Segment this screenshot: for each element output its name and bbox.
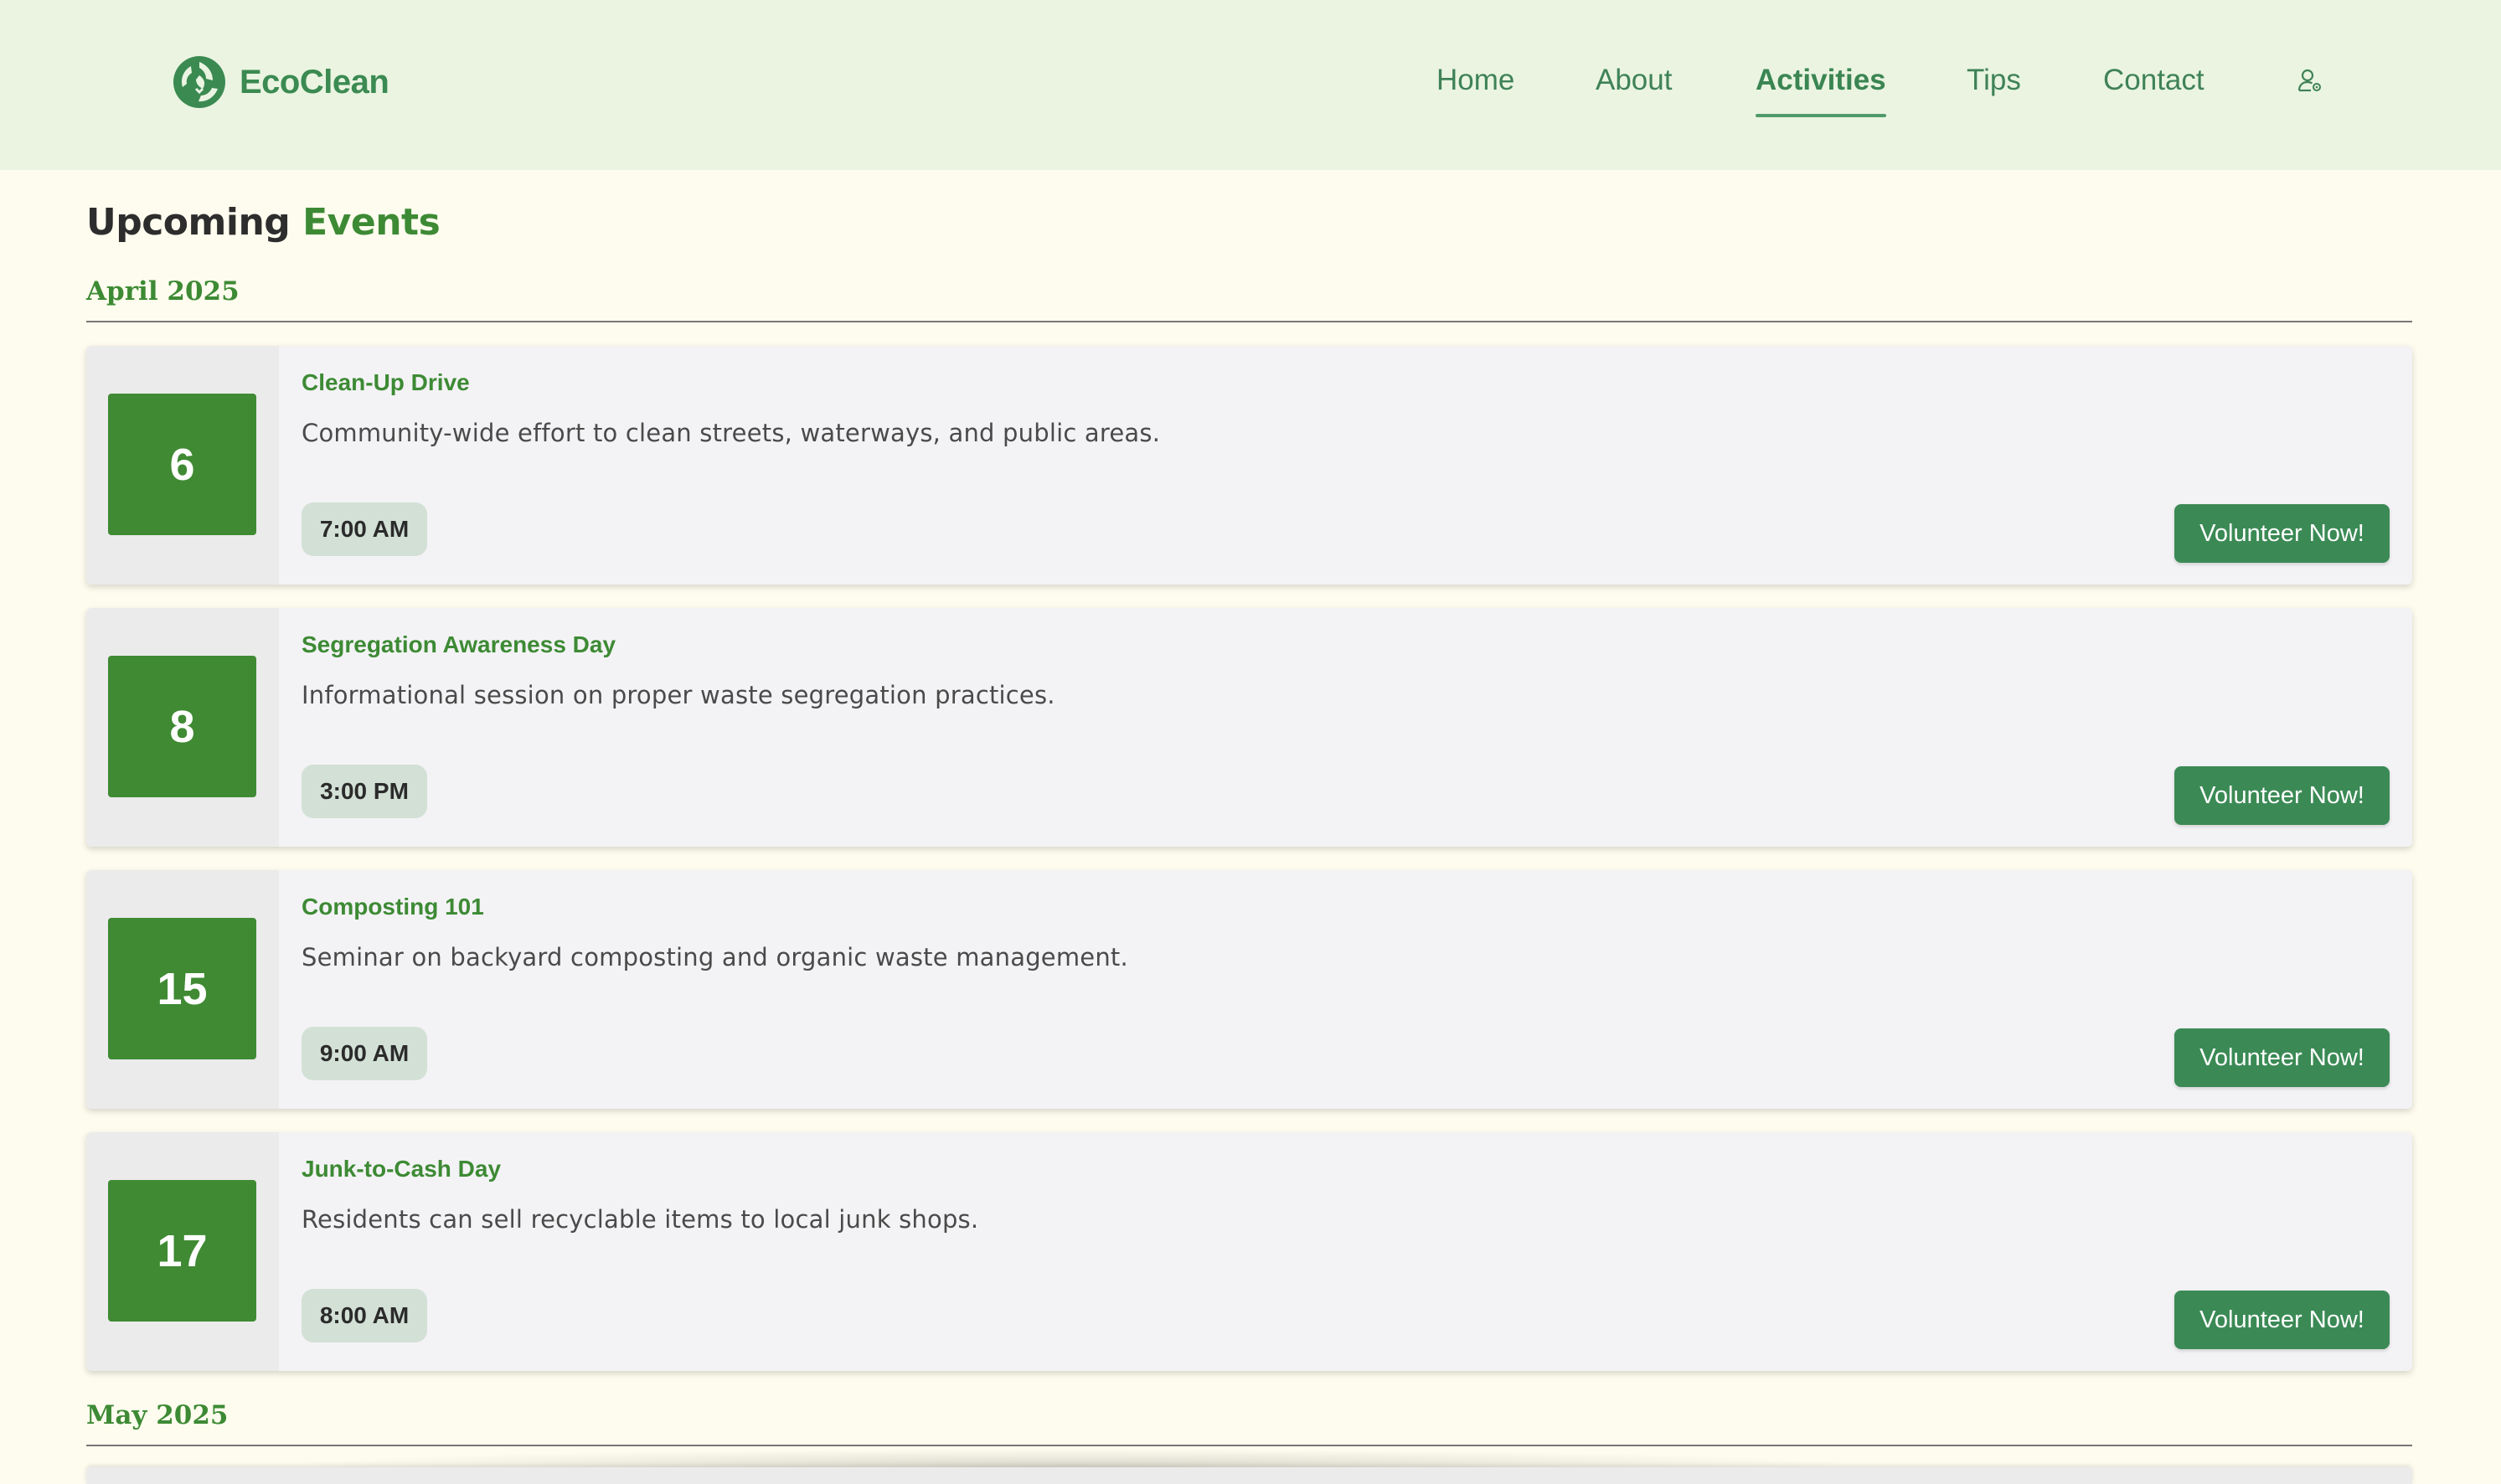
page-title-part1: Upcoming xyxy=(86,201,291,244)
active-nav-underline xyxy=(1756,114,1886,117)
event-title: Clean-Up Drive xyxy=(302,369,470,395)
recycle-leaf-icon xyxy=(173,56,225,108)
event-card: 17 Junk-to-Cash Day Residents can sell r… xyxy=(86,1132,2412,1371)
nav-activities[interactable]: Activities xyxy=(1756,62,1886,117)
event-description: Residents can sell recyclable items to l… xyxy=(302,1205,979,1234)
event-title: Segregation Awareness Day xyxy=(302,631,616,657)
event-date-box: 6 xyxy=(108,394,256,535)
nav-tips[interactable]: Tips xyxy=(1967,62,2021,99)
volunteer-button[interactable]: Volunteer Now! xyxy=(2174,1291,2390,1349)
brand-logo-link[interactable]: EcoClean xyxy=(171,52,389,112)
event-card-partial xyxy=(86,1467,2412,1484)
page-title: Upcoming Events xyxy=(86,201,441,244)
event-card: 6 Clean-Up Drive Community-wide effort t… xyxy=(86,346,2412,585)
volunteer-button[interactable]: Volunteer Now! xyxy=(2174,504,2390,563)
event-date-box: 8 xyxy=(108,656,256,797)
event-body: Clean-Up Drive Community-wide effort to … xyxy=(279,346,2412,585)
event-time-badge: 8:00 AM xyxy=(302,1289,427,1342)
event-body: Composting 101 Seminar on backyard compo… xyxy=(279,870,2412,1109)
event-body: Segregation Awareness Day Informational … xyxy=(279,608,2412,847)
event-body: Junk-to-Cash Day Residents can sell recy… xyxy=(279,1132,2412,1371)
event-time-badge: 3:00 PM xyxy=(302,765,427,818)
nav-about[interactable]: About xyxy=(1596,62,1672,99)
event-description: Informational session on proper waste se… xyxy=(302,681,1055,709)
nav-home[interactable]: Home xyxy=(1436,62,1514,99)
event-time-badge: 7:00 AM xyxy=(302,502,427,556)
nav-activities-label: Activities xyxy=(1756,64,1886,96)
brand-name: EcoClean xyxy=(240,63,389,100)
event-card: 8 Segregation Awareness Day Informationa… xyxy=(86,608,2412,847)
event-card: 15 Composting 101 Seminar on backyard co… xyxy=(86,870,2412,1109)
event-date-box: 15 xyxy=(108,918,256,1059)
site-header: EcoClean Home About Activities Tips Cont… xyxy=(0,0,2501,170)
event-description: Seminar on backyard composting and organ… xyxy=(302,943,1128,971)
event-title: Composting 101 xyxy=(302,894,484,920)
month-heading: May 2025 xyxy=(86,1400,229,1430)
month-divider xyxy=(86,1445,2412,1446)
user-gear-icon[interactable] xyxy=(2297,67,2323,94)
page-title-part2: Events xyxy=(302,201,441,244)
event-description: Community-wide effort to clean streets, … xyxy=(302,419,1161,447)
volunteer-button[interactable]: Volunteer Now! xyxy=(2174,766,2390,825)
event-date-box: 17 xyxy=(108,1180,256,1322)
nav-contact[interactable]: Contact xyxy=(2103,62,2204,99)
event-time-badge: 9:00 AM xyxy=(302,1027,427,1080)
volunteer-button[interactable]: Volunteer Now! xyxy=(2174,1028,2390,1087)
month-heading: April 2025 xyxy=(86,276,240,307)
month-divider xyxy=(86,321,2412,322)
event-title: Junk-to-Cash Day xyxy=(302,1156,502,1182)
